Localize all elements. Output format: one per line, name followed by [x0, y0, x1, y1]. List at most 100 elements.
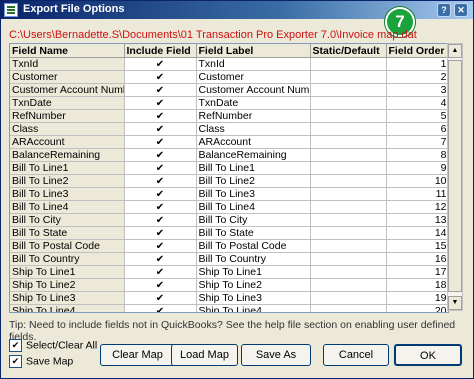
- static-default-cell[interactable]: [310, 278, 387, 292]
- field-label-cell[interactable]: Customer: [196, 70, 311, 84]
- static-default-cell[interactable]: [310, 265, 387, 279]
- static-default-cell[interactable]: [310, 291, 387, 305]
- field-label-cell[interactable]: Bill To Line3: [196, 187, 311, 201]
- checkmark-icon[interactable]: ✔: [156, 73, 165, 83]
- include-field-cell[interactable]: ✔: [124, 239, 197, 253]
- checkmark-icon[interactable]: ✔: [156, 190, 165, 200]
- static-default-cell[interactable]: [310, 239, 387, 253]
- static-default-cell[interactable]: [310, 96, 387, 110]
- checkmark-icon[interactable]: ✔: [156, 125, 165, 135]
- field-label-cell[interactable]: TxnId: [196, 57, 311, 71]
- include-field-cell[interactable]: ✔: [124, 304, 197, 313]
- checkmark-icon[interactable]: ✔: [156, 242, 165, 252]
- field-order-cell[interactable]: 10: [386, 174, 448, 188]
- include-field-cell[interactable]: ✔: [124, 291, 197, 305]
- table-row[interactable]: Class ✔ Class 6: [10, 122, 448, 136]
- field-label-cell[interactable]: ARAccount: [196, 135, 311, 149]
- include-field-cell[interactable]: ✔: [124, 70, 197, 84]
- checkmark-icon[interactable]: ✔: [156, 86, 165, 96]
- static-default-cell[interactable]: [310, 304, 387, 312]
- checkmark-icon[interactable]: ✔: [156, 216, 165, 226]
- column-header-field-order[interactable]: Field Order: [386, 44, 448, 58]
- ok-button[interactable]: OK: [394, 344, 462, 366]
- table-row[interactable]: RefNumber ✔ RefNumber 5: [10, 109, 448, 123]
- field-order-cell[interactable]: 5: [386, 109, 448, 123]
- scroll-down-icon[interactable]: ▼: [448, 296, 462, 310]
- checkmark-icon[interactable]: ✔: [156, 281, 165, 291]
- column-header-static-default[interactable]: Static/Default: [310, 44, 387, 58]
- help-icon[interactable]: ?: [437, 3, 451, 17]
- field-order-cell[interactable]: 18: [386, 278, 448, 292]
- include-field-cell[interactable]: ✔: [124, 265, 197, 279]
- field-label-cell[interactable]: Bill To City: [196, 213, 311, 227]
- field-order-cell[interactable]: 4: [386, 96, 448, 110]
- column-header-field-name[interactable]: Field Name: [10, 44, 125, 58]
- include-field-cell[interactable]: ✔: [124, 252, 197, 266]
- close-icon[interactable]: ✕: [454, 3, 468, 17]
- table-row[interactable]: TxnId ✔ TxnId 1: [10, 57, 448, 71]
- column-header-include-field[interactable]: Include Field: [124, 44, 197, 58]
- include-field-cell[interactable]: ✔: [124, 200, 197, 214]
- checkmark-icon[interactable]: ✔: [156, 255, 165, 265]
- table-row[interactable]: Ship To Line3 ✔ Ship To Line3 19: [10, 291, 448, 305]
- include-field-cell[interactable]: ✔: [124, 213, 197, 227]
- checkmark-icon[interactable]: ✔: [156, 112, 165, 122]
- static-default-cell[interactable]: [310, 135, 387, 149]
- field-label-cell[interactable]: Customer Account Number: [196, 83, 311, 97]
- field-order-cell[interactable]: 17: [386, 265, 448, 279]
- table-row[interactable]: Bill To State ✔ Bill To State 14: [10, 226, 448, 240]
- static-default-cell[interactable]: [310, 161, 387, 175]
- vertical-scrollbar[interactable]: ▲ ▼: [447, 43, 463, 311]
- include-field-cell[interactable]: ✔: [124, 83, 197, 97]
- select-clear-all-checkbox[interactable]: ✔ Select/Clear All: [9, 339, 97, 352]
- include-field-cell[interactable]: ✔: [124, 148, 197, 162]
- load-map-button[interactable]: Load Map: [171, 344, 238, 366]
- field-order-cell[interactable]: 15: [386, 239, 448, 253]
- field-label-cell[interactable]: Bill To Line4: [196, 200, 311, 214]
- save-map-checkbox[interactable]: ✔ Save Map: [9, 355, 73, 368]
- include-field-cell[interactable]: ✔: [124, 161, 197, 175]
- include-field-cell[interactable]: ✔: [124, 278, 197, 292]
- static-default-cell[interactable]: [310, 109, 387, 123]
- table-row[interactable]: ARAccount ✔ ARAccount 7: [10, 135, 448, 149]
- field-order-cell[interactable]: 9: [386, 161, 448, 175]
- checkmark-icon[interactable]: ✔: [156, 138, 165, 148]
- table-row[interactable]: Bill To Country ✔ Bill To Country 16: [10, 252, 448, 266]
- static-default-cell[interactable]: [310, 70, 387, 84]
- save-as-button[interactable]: Save As: [241, 344, 311, 366]
- field-order-cell[interactable]: 13: [386, 213, 448, 227]
- include-field-cell[interactable]: ✔: [124, 96, 197, 110]
- field-order-cell[interactable]: 7: [386, 135, 448, 149]
- static-default-cell[interactable]: [310, 226, 387, 240]
- include-field-cell[interactable]: ✔: [124, 122, 197, 136]
- checkmark-icon[interactable]: ✔: [156, 268, 165, 278]
- field-label-cell[interactable]: Ship To Line1: [196, 265, 311, 279]
- field-order-cell[interactable]: 6: [386, 122, 448, 136]
- static-default-cell[interactable]: [310, 83, 387, 97]
- table-row[interactable]: BalanceRemaining ✔ BalanceRemaining 8: [10, 148, 448, 162]
- include-field-cell[interactable]: ✔: [124, 226, 197, 240]
- field-label-cell[interactable]: Bill To Line1: [196, 161, 311, 175]
- scroll-thumb[interactable]: [448, 60, 462, 292]
- field-order-cell[interactable]: 1: [386, 57, 448, 71]
- field-label-cell[interactable]: Bill To Country: [196, 252, 311, 266]
- table-row[interactable]: Bill To Line3 ✔ Bill To Line3 11: [10, 187, 448, 201]
- field-order-cell[interactable]: 19: [386, 291, 448, 305]
- field-order-cell[interactable]: 2: [386, 70, 448, 84]
- table-row[interactable]: Customer Account Number ✔ Customer Account…: [10, 83, 448, 97]
- checkmark-icon[interactable]: ✔: [156, 307, 165, 313]
- field-order-cell[interactable]: 3: [386, 83, 448, 97]
- column-header-field-label[interactable]: Field Label: [196, 44, 311, 58]
- checkmark-icon[interactable]: ✔: [156, 99, 165, 109]
- clear-map-button[interactable]: Clear Map: [100, 344, 175, 366]
- field-label-cell[interactable]: Ship To Line2: [196, 278, 311, 292]
- include-field-cell[interactable]: ✔: [124, 109, 197, 123]
- static-default-cell[interactable]: [310, 122, 387, 136]
- field-label-cell[interactable]: Ship To Line4: [196, 304, 311, 312]
- static-default-cell[interactable]: [310, 187, 387, 201]
- cancel-button[interactable]: Cancel: [323, 344, 389, 366]
- checkmark-icon[interactable]: ✔: [156, 203, 165, 213]
- table-row[interactable]: Bill To Line1 ✔ Bill To Line1 9: [10, 161, 448, 175]
- table-row[interactable]: Customer ✔ Customer 2: [10, 70, 448, 84]
- field-order-cell[interactable]: 12: [386, 200, 448, 214]
